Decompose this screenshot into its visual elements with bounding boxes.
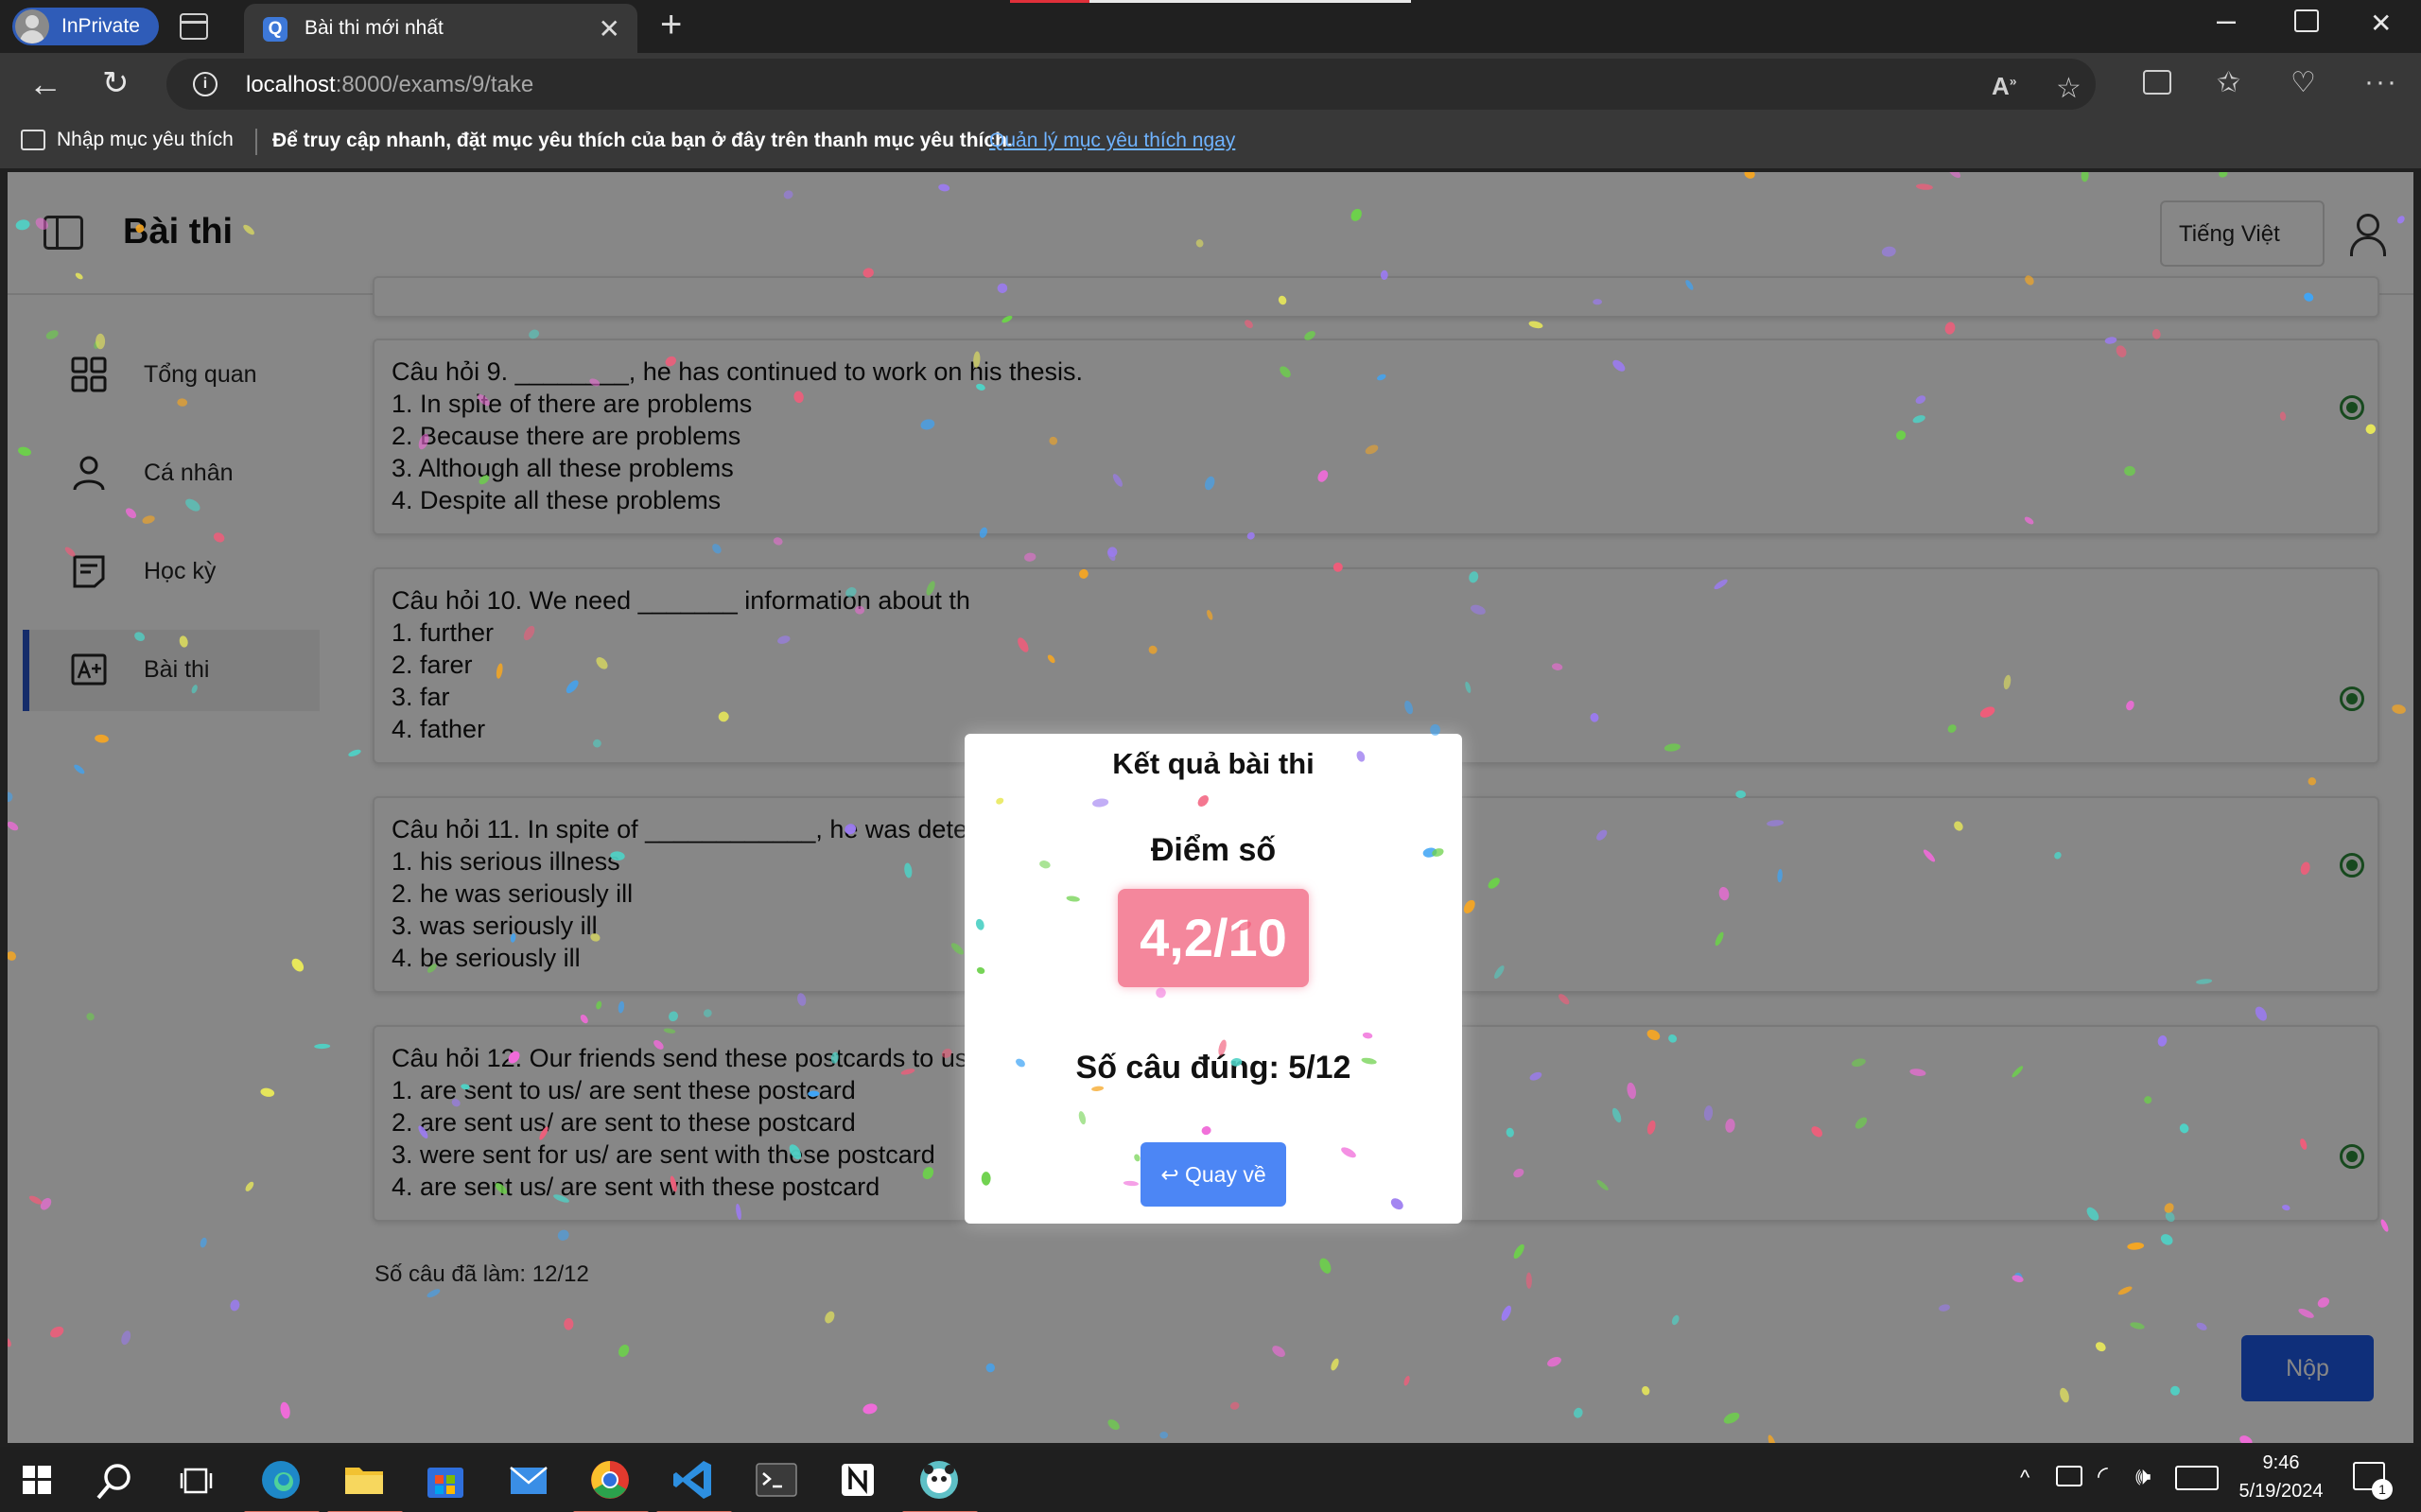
minimize-icon[interactable]: –: [2217, 0, 2236, 40]
site-info-icon[interactable]: i: [193, 72, 218, 96]
search-icon[interactable]: [95, 1460, 144, 1507]
split-screen-icon[interactable]: [2143, 70, 2171, 95]
file-explorer-icon[interactable]: [327, 1456, 403, 1512]
tab-title: Bài thi mới nhất: [305, 17, 444, 39]
new-tab-button[interactable]: +: [660, 4, 682, 46]
profile-avatar-icon: [15, 9, 49, 43]
chrome-icon[interactable]: [573, 1456, 649, 1512]
score-label: Điểm số: [1150, 832, 1277, 868]
back-arrow-icon: ↩: [1160, 1162, 1185, 1187]
tab-close-icon[interactable]: ✕: [599, 13, 620, 44]
tab-favicon-icon: Q: [263, 17, 287, 42]
keyboard-icon[interactable]: [2175, 1466, 2219, 1490]
refresh-icon[interactable]: ↻: [102, 64, 130, 102]
browser-titlebar: InPrivate Q Bài thi mới nhất ✕ + – ✕: [0, 0, 2421, 53]
loading-indicator: [1010, 0, 1411, 3]
window-close-icon[interactable]: ✕: [2370, 8, 2392, 39]
manage-favorites-link[interactable]: Quản lý mục yêu thích ngay: [989, 130, 1235, 152]
mail-icon[interactable]: [505, 1456, 554, 1503]
start-icon[interactable]: [23, 1466, 51, 1494]
vscode-icon[interactable]: [656, 1456, 732, 1512]
correct-count: Số câu đúng: 5/12: [1075, 1050, 1351, 1086]
favorites-bar: Nhập mục yêu thích Để truy cập nhanh, đặ…: [0, 115, 2421, 168]
tab-actions-icon[interactable]: [180, 13, 208, 40]
url-path: :8000/exams/9/take: [335, 72, 534, 97]
task-view-icon[interactable]: [180, 1464, 229, 1511]
url-text: localhost:8000/exams/9/take: [246, 72, 533, 98]
import-icon: [21, 130, 45, 151]
wifi-icon[interactable]: ◜: [2098, 1460, 2108, 1491]
inprivate-badge[interactable]: InPrivate: [12, 8, 159, 45]
clock-date[interactable]: 5/19/2024: [2228, 1481, 2334, 1503]
url-host: localhost: [246, 72, 336, 97]
notification-count-badge: 1: [2372, 1479, 2393, 1500]
modal-title: Kết quả bài thi: [1112, 747, 1315, 780]
read-aloud-icon[interactable]: A»: [1992, 72, 2017, 101]
import-favorites-label: Nhập mục yêu thích: [57, 129, 234, 150]
favorites-icon[interactable]: ✩: [2217, 66, 2240, 99]
battery-icon[interactable]: [2056, 1466, 2082, 1486]
url-field[interactable]: i localhost:8000/exams/9/take A» ☆: [166, 59, 2096, 110]
favorites-message: Để truy cập nhanh, đặt mục yêu thích của…: [272, 130, 1013, 151]
notion-icon[interactable]: [834, 1456, 883, 1503]
score-value: 4,2/10: [1118, 889, 1309, 987]
show-hidden-icons-icon[interactable]: ^: [2020, 1466, 2029, 1490]
store-icon[interactable]: [422, 1456, 471, 1503]
terminal-icon[interactable]: [753, 1456, 802, 1503]
back-label: Quay về: [1185, 1162, 1266, 1187]
inprivate-label: InPrivate: [61, 15, 140, 37]
web-page: Bài thi Tiếng Việt Tổng quan Cá nhân Học…: [8, 172, 2413, 1443]
favorite-star-icon[interactable]: ☆: [2056, 72, 2081, 105]
import-favorites-button[interactable]: Nhập mục yêu thích: [21, 129, 234, 151]
more-menu-icon[interactable]: ···: [2364, 66, 2398, 98]
tab-exam[interactable]: Q Bài thi mới nhất ✕: [244, 4, 637, 53]
clock-time[interactable]: 9:46: [2234, 1452, 2328, 1474]
result-modal: Kết quả bài thi Điểm số 4,2/10 Số câu đú…: [965, 734, 1462, 1224]
browser-essentials-icon[interactable]: ♡: [2290, 66, 2316, 99]
address-bar-row: ← ↻ i localhost:8000/exams/9/take A» ☆ ✩…: [0, 53, 2421, 115]
restore-icon[interactable]: [2294, 9, 2319, 32]
edge-browser-icon[interactable]: [244, 1456, 320, 1512]
app-panda-icon[interactable]: [902, 1456, 978, 1512]
windows-taskbar: ^ ◜ 🕪 9:46 5/19/2024 1: [0, 1447, 2421, 1512]
back-button[interactable]: ↩ Quay về: [1141, 1142, 1286, 1207]
volume-icon[interactable]: 🕪: [2135, 1462, 2151, 1492]
back-icon[interactable]: ←: [28, 64, 62, 104]
favorites-divider: [255, 129, 257, 155]
